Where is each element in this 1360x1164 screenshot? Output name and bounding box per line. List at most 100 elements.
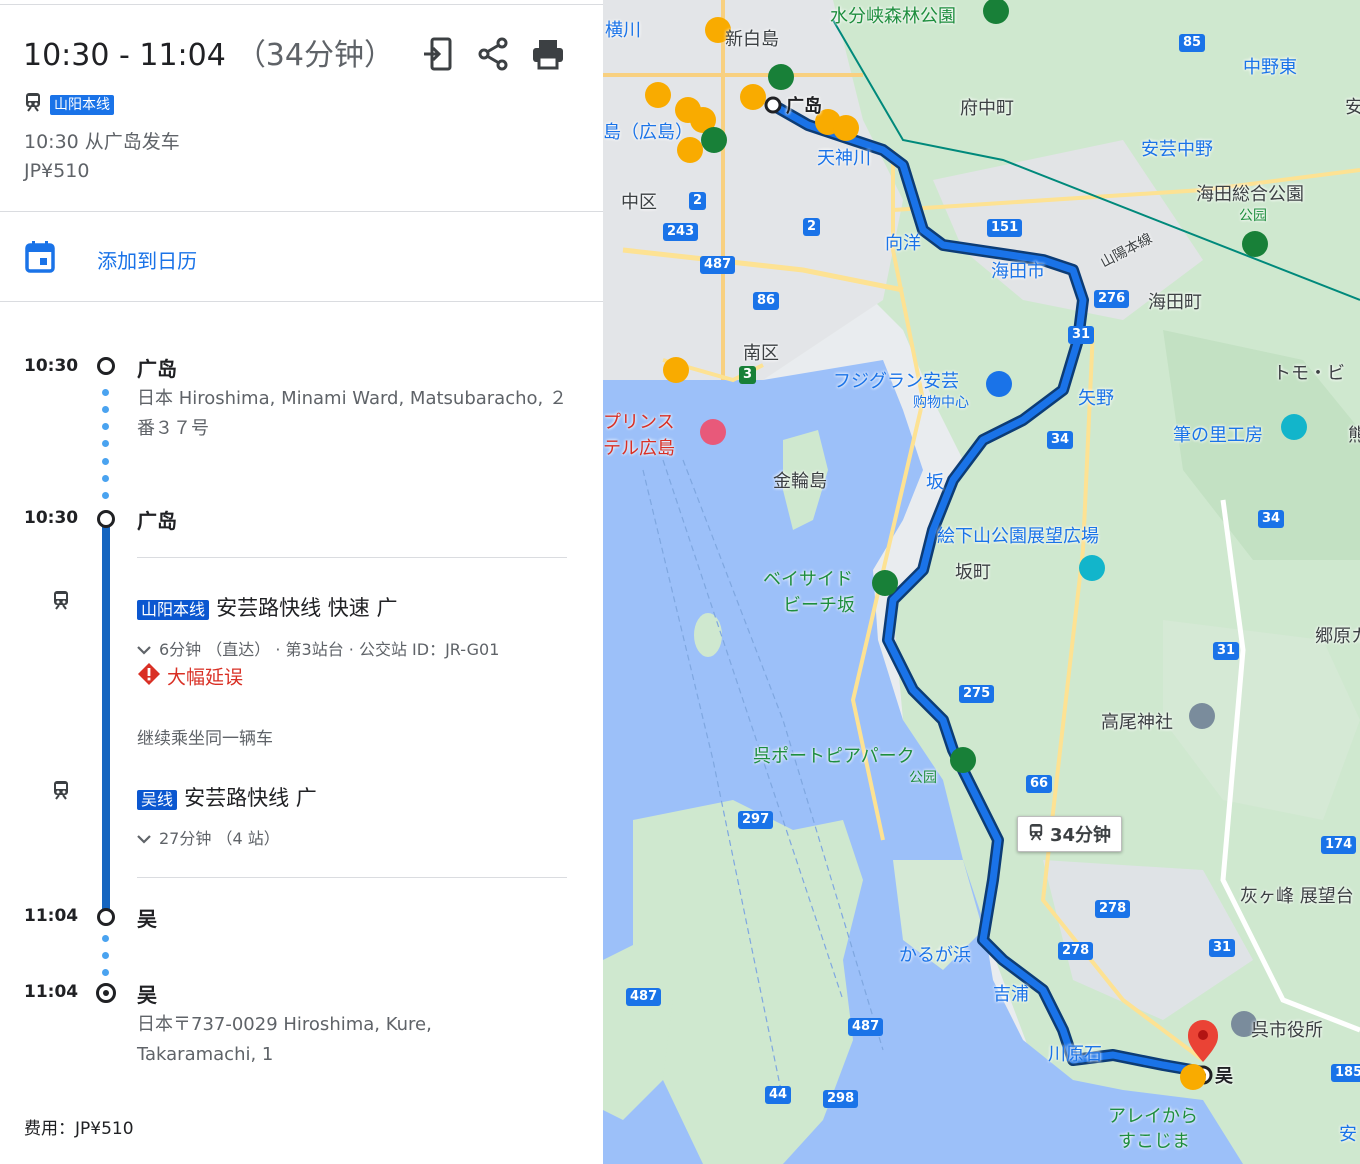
road-shield: 487	[700, 256, 736, 274]
road-shield: 2	[689, 192, 707, 210]
line-badge: 山阳本线	[50, 94, 114, 115]
map-label: 吉浦	[993, 984, 1029, 1005]
road-shield: 31	[1213, 642, 1240, 660]
map-label: 新白島	[725, 29, 779, 50]
train-icon	[52, 590, 70, 614]
stop-name[interactable]: 吴	[137, 903, 157, 932]
road-shield: 2	[803, 218, 821, 236]
transit-line	[102, 526, 110, 910]
divider	[137, 877, 567, 878]
map-label: 安	[1345, 97, 1360, 118]
map-label: かるが浜	[899, 945, 971, 966]
divider	[0, 4, 603, 5]
road-shield: 185	[1331, 1064, 1360, 1082]
road-shield: 275	[959, 685, 995, 703]
leg-details-toggle[interactable]: 6分钟 （直达） · 第3站台 · 公交站 ID：JR-G01	[137, 636, 499, 660]
walk-dot	[102, 458, 109, 465]
stop-name[interactable]: 广岛	[137, 505, 177, 534]
map-label: ベイサイド	[763, 569, 853, 590]
walk-dot	[102, 492, 109, 499]
map-label: 高尾神社	[1101, 712, 1173, 733]
route-duration-callout[interactable]: 34分钟	[1017, 816, 1123, 852]
directions-panel: 10:30 - 11:04 （34分钟） 山阳本线 10:30 从广岛发车 JP¥…	[0, 0, 603, 1164]
map-label: 横川	[605, 20, 641, 41]
map-label: 南区	[743, 343, 779, 364]
road-shield: 278	[1095, 900, 1131, 918]
road-shield: 44	[765, 1086, 792, 1104]
map-label: 矢野	[1078, 388, 1114, 409]
chevron-down-icon	[137, 830, 151, 849]
delay-alert: 大幅延误	[137, 662, 243, 690]
map-label: 中区	[621, 192, 657, 213]
map-label: ビーチ坂	[783, 595, 855, 616]
map-label: 府中町	[960, 98, 1014, 119]
road-shield: 151	[987, 219, 1023, 237]
stop-address: 日本 Hiroshima, Minami Ward, Matsubaracho,…	[137, 388, 567, 439]
stop-name[interactable]: 广岛	[137, 353, 177, 382]
map-label: 海田市	[991, 261, 1045, 282]
share-icon[interactable]	[476, 36, 512, 72]
map-label: 島（広島）	[603, 122, 693, 143]
stop-time: 11:04	[24, 982, 79, 1002]
walk-dot	[102, 969, 109, 976]
road-shield: 487	[848, 1018, 884, 1036]
map-label: 坂	[926, 472, 944, 493]
stop-marker	[97, 908, 115, 926]
road-shield: 278	[1058, 942, 1094, 960]
walk-dot	[102, 389, 109, 396]
road-shield: 487	[626, 988, 662, 1006]
road-shield: 297	[738, 811, 774, 829]
walk-dot	[102, 440, 109, 447]
send-to-phone-icon[interactable]	[422, 36, 458, 72]
map-label: 公园	[909, 770, 937, 786]
stop-marker	[97, 510, 115, 528]
road-shield: 3	[739, 366, 757, 384]
stop-marker	[97, 357, 115, 375]
road-shield: 174	[1321, 836, 1357, 854]
trip-time-range: 10:30 - 11:04 （34分钟）	[23, 38, 394, 73]
leg-title: 吴线 安芸路快线 广	[137, 782, 317, 812]
map-label: 郷原カ	[1315, 626, 1360, 647]
line-badge: 吴线	[137, 790, 178, 810]
road-shield: 85	[1179, 34, 1206, 52]
stop-time: 10:30	[24, 508, 79, 528]
destination-marker	[96, 983, 116, 1003]
trip-duration: （34分钟）	[235, 38, 394, 73]
map-label: 金輪島	[773, 471, 827, 492]
map-label: 中野東	[1243, 57, 1297, 78]
add-to-calendar-button[interactable]: 添加到日历	[24, 240, 197, 278]
fare-text: JP¥510	[24, 160, 90, 182]
warning-icon	[137, 662, 161, 690]
map-label: 海田町	[1148, 292, 1202, 313]
map-label: 灰ヶ峰 展望台	[1240, 886, 1354, 907]
walk-dot	[102, 952, 109, 959]
map-label: プリンス	[603, 412, 675, 433]
map-label: 呉市役所	[1251, 1020, 1323, 1041]
map-label: 吴	[1215, 1066, 1233, 1087]
line-badge: 山阳本线	[137, 600, 210, 620]
train-icon	[1028, 823, 1044, 845]
road-shield: 276	[1094, 290, 1130, 308]
road-shield: 66	[1026, 775, 1053, 793]
map-label: テル広島	[603, 438, 675, 459]
leg-title: 山阳本线 安芸路快线 快速 广	[137, 592, 397, 622]
map-label: 海田総合公園	[1196, 184, 1304, 205]
map-label: 天神川	[817, 148, 871, 169]
map-label: すこじま	[1118, 1131, 1190, 1152]
map-label: 公园	[1239, 208, 1267, 224]
map-label: 呉ポートピアパーク	[753, 746, 915, 767]
map-view[interactable]: 水分峡森林公園 新白島 广岛 府中町 中野東 安芸中野 天神川 海田総合公園 公…	[603, 0, 1360, 1164]
road-shield: 31	[1209, 939, 1236, 957]
train-icon	[24, 92, 42, 116]
map-label: 安芸中野	[1141, 139, 1213, 160]
stop-name[interactable]: 吴	[137, 979, 157, 1008]
divider	[0, 211, 603, 212]
total-cost: 费用：JP¥510	[24, 1119, 134, 1139]
map-label: 熊	[1348, 425, 1360, 446]
road-shield: 86	[753, 292, 780, 310]
depart-text: 10:30 从广岛发车	[24, 131, 180, 153]
leg-details-toggle[interactable]: 27分钟 （4 站）	[137, 825, 280, 849]
road-shield: 31	[1068, 326, 1095, 344]
print-icon[interactable]	[530, 36, 566, 72]
add-to-calendar-label: 添加到日历	[97, 248, 198, 273]
